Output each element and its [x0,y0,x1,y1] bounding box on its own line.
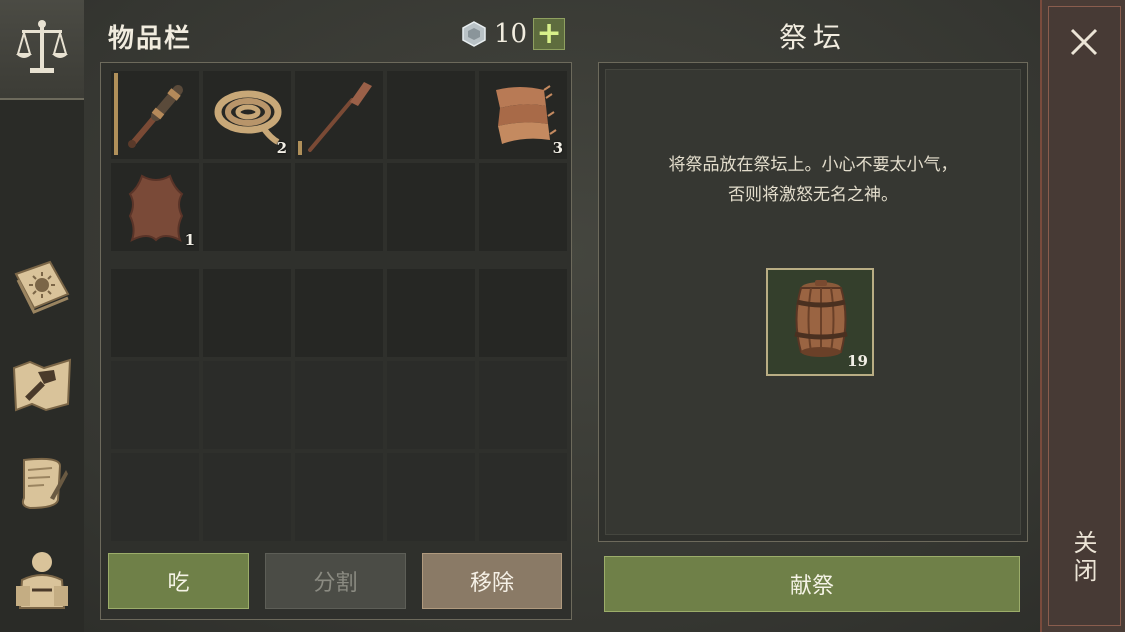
inventory-slot[interactable] [110,268,200,358]
split-button[interactable]: 分割 [265,553,406,609]
offer-button[interactable]: 献祭 [604,556,1020,612]
inventory-slot-locked [202,452,292,542]
oar-icon [308,82,372,152]
add-currency-button[interactable]: + [533,18,566,50]
crafting-map-icon[interactable] [8,350,76,418]
inventory-slot[interactable] [202,162,292,252]
inventory-slot[interactable]: 1 [110,162,200,252]
altar-description-line1: 将祭品放在祭坛上。小心不要太小气， [668,155,958,175]
inventory-slot-locked [110,452,200,542]
item-quantity: 3 [552,139,563,157]
item-quantity: 2 [276,139,287,157]
inventory-title: 物品栏 [108,24,193,54]
inventory-slot-locked [386,452,476,542]
close-icon[interactable] [1064,22,1104,62]
scales-icon [8,14,76,82]
inventory-slot[interactable]: 3 [478,70,568,160]
inventory-slot-locked [294,360,384,450]
currency-display: 10 + [460,18,566,50]
barrel-icon [794,280,848,357]
inventory-slot[interactable] [386,70,476,160]
inventory-slot-locked [386,360,476,450]
inventory-slot-locked [110,360,200,450]
sidebar [0,0,84,632]
quest-scroll-icon[interactable] [8,448,76,516]
altar-panel: 将祭品放在祭坛上。小心不要太小气， 否则将激怒无名之神。 19 [598,62,1028,542]
inventory-slot[interactable] [110,70,200,160]
inventory-slot[interactable] [478,162,568,252]
altar-description: 将祭品放在祭坛上。小心不要太小气， 否则将激怒无名之神。 [606,150,1020,210]
inventory-slot[interactable] [294,70,384,160]
altar-offering-slot[interactable]: 19 [766,268,874,376]
inventory-slot[interactable] [386,268,476,358]
inventory-slot[interactable] [294,162,384,252]
inventory-slot[interactable] [294,268,384,358]
inventory-slot[interactable]: 2 [202,70,292,160]
remove-button[interactable]: 移除 [422,553,562,609]
gem-icon [462,21,486,47]
spyglass-icon [128,85,183,148]
close-label[interactable]: 关闭 [1066,530,1101,586]
altar-title: 祭坛 [778,21,847,54]
sidebar-tab-trade-active[interactable] [0,0,84,100]
inventory-grid-bottom [110,268,568,542]
altar-inner: 将祭品放在祭坛上。小心不要太小气， 否则将激怒无名之神。 19 [605,69,1021,535]
altar-description-line2: 否则将激怒无名之神。 [728,185,898,205]
inventory-slot-locked [478,360,568,450]
inventory-slot[interactable] [202,268,292,358]
inventory-slot[interactable] [478,268,568,358]
offering-quantity: 19 [847,352,868,370]
character-icon[interactable] [8,544,76,612]
journal-icon[interactable] [8,252,76,320]
inventory-slot-locked [294,452,384,542]
inventory-slot[interactable] [386,162,476,252]
inventory-slot-locked [202,360,292,450]
inventory-grid-top: 2 3 1 [110,70,568,252]
inventory-slot-locked [478,452,568,542]
eat-button[interactable]: 吃 [108,553,249,609]
item-quantity: 1 [184,231,195,249]
currency-value: 10 [494,19,528,49]
